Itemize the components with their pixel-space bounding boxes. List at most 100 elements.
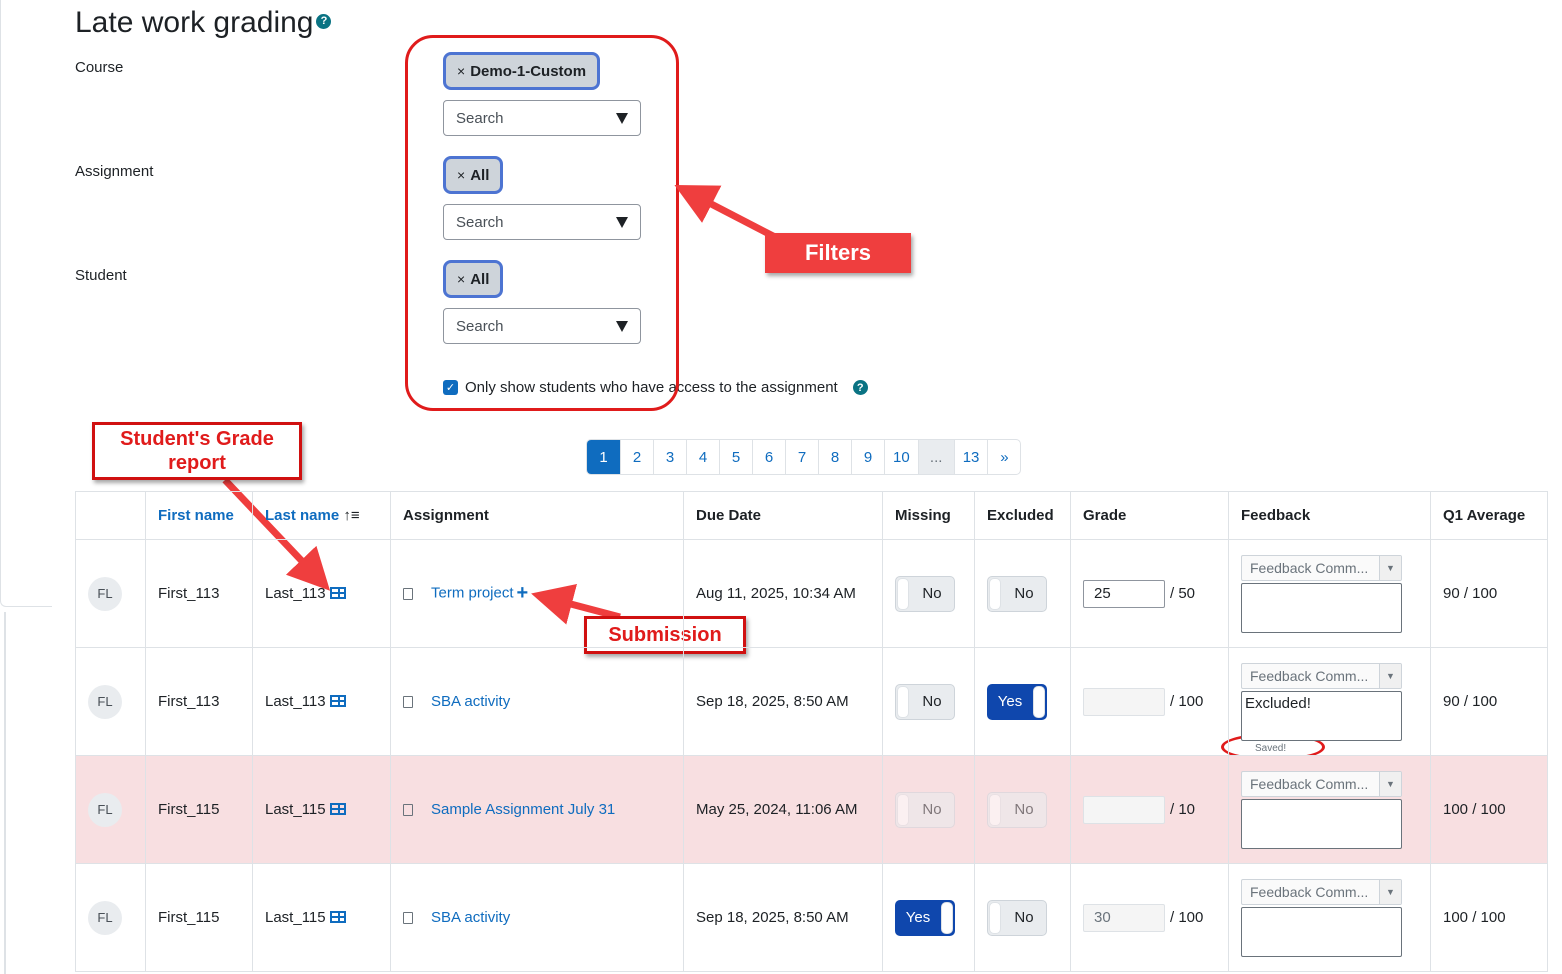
due-date-header: Due Date (683, 491, 883, 540)
grade-input[interactable] (1083, 687, 1165, 716)
table-row: FL First_115 Last_115 SBA activity Sep 1… (75, 863, 1548, 972)
avatar: FL (88, 684, 122, 719)
excluded-toggle[interactable]: No (987, 791, 1047, 828)
toggle-knob (989, 577, 1001, 610)
page-link[interactable]: 8 (818, 440, 851, 474)
grade-report-icon[interactable] (329, 695, 346, 708)
help-icon[interactable]: ? (852, 380, 868, 395)
grade-header: Grade (1070, 491, 1229, 540)
page-link[interactable]: 7 (785, 440, 818, 474)
toggle-knob (941, 901, 953, 934)
assignment-icon (403, 804, 413, 817)
chevron-down-icon[interactable]: ▼ (1379, 663, 1401, 688)
feedback-textarea[interactable] (1241, 582, 1402, 633)
activity-icon (403, 912, 413, 925)
excluded-header: Excluded (974, 491, 1071, 540)
grade-max: / 100 (1170, 909, 1204, 926)
feedback-textarea[interactable] (1241, 906, 1402, 957)
missing-header: Missing (882, 491, 975, 540)
missing-toggle[interactable]: No (895, 791, 955, 828)
excluded-toggle[interactable]: Yes (987, 683, 1047, 720)
left-scroll-border (4, 612, 10, 974)
grade-input[interactable] (1083, 795, 1165, 824)
toggle-knob (989, 793, 1001, 826)
chevron-down-icon[interactable]: ▼ (1379, 879, 1401, 904)
feedback-select[interactable]: Feedback Comm... ▼ (1241, 554, 1402, 581)
avatar: FL (88, 900, 122, 935)
chevron-down-icon[interactable]: ▼ (1379, 771, 1401, 796)
page-link[interactable]: 5 (719, 440, 752, 474)
q1-average-cell: 90 / 100 (1430, 647, 1548, 756)
left-panel-border (0, 0, 52, 607)
assignment-link[interactable]: Term project (431, 584, 514, 601)
course-label: Course (75, 59, 124, 76)
assignment-link[interactable]: SBA activity (431, 909, 510, 926)
missing-toggle[interactable]: Yes (895, 899, 955, 936)
missing-toggle[interactable]: No (895, 683, 955, 720)
first-name-cell: First_113 (145, 647, 253, 756)
table-row: FL First_113 Last_113 Term project + Aug … (75, 539, 1548, 648)
page-link[interactable]: 9 (851, 440, 884, 474)
feedback-textarea[interactable]: Excluded! (1241, 690, 1402, 741)
toggle-knob (989, 901, 1001, 934)
page-link[interactable]: 10 (884, 440, 918, 474)
saved-status: Saved! (1255, 742, 1287, 754)
assignment-cell: SBA activity (390, 647, 684, 756)
grade-report-icon[interactable] (329, 803, 346, 816)
assignment-link[interactable]: Sample Assignment July 31 (431, 801, 615, 818)
first-name-cell: First_115 (145, 755, 253, 864)
feedback-select[interactable]: Feedback Comm... ▼ (1241, 662, 1402, 689)
toggle-knob (897, 685, 909, 718)
page-link[interactable]: 2 (620, 440, 653, 474)
missing-toggle[interactable]: No (895, 575, 955, 612)
feedback-select[interactable]: Feedback Comm... ▼ (1241, 878, 1402, 905)
last-name-header[interactable]: Last name ↑≡ (252, 491, 391, 540)
chevron-down-icon[interactable]: ▼ (1379, 555, 1401, 580)
page-link[interactable]: 4 (686, 440, 719, 474)
grade-report-callout: Student's Grade report (92, 422, 302, 480)
grade-max: / 50 (1170, 585, 1196, 602)
last-name-cell: Last_115 (252, 755, 391, 864)
due-date-cell: May 25, 2024, 11:06 AM (683, 755, 883, 864)
grade-report-icon[interactable] (329, 587, 346, 600)
next-page-link[interactable]: » (987, 440, 1020, 474)
q1-average-header: Q1 Average (1430, 491, 1548, 540)
table-row: FL First_115 Last_115 Sample Assignment … (75, 755, 1548, 864)
pagination: 1 2 3 4 5 6 7 8 9 10 ... 13 » (586, 439, 1022, 475)
submission-plus-icon[interactable]: + (517, 582, 529, 604)
page-link[interactable]: 3 (653, 440, 686, 474)
grade-report-icon[interactable] (329, 911, 346, 924)
help-icon[interactable]: ? (316, 13, 332, 29)
excluded-toggle[interactable]: No (987, 575, 1047, 612)
q1-average-cell: 90 / 100 (1430, 539, 1548, 648)
page-link[interactable]: 13 (953, 440, 988, 474)
activity-icon (403, 696, 413, 709)
grade-max: / 10 (1170, 801, 1196, 818)
assignment-cell: Sample Assignment July 31 (390, 755, 684, 864)
avatar: FL (88, 792, 122, 827)
assignment-label: Assignment (75, 163, 154, 180)
assignment-cell: Term project + (390, 539, 684, 648)
page-link[interactable]: 6 (752, 440, 785, 474)
grading-table: First name Last name ↑≡ Assignment Due D… (75, 491, 1548, 972)
toggle-knob (897, 577, 909, 610)
page-title: Late work grading? (75, 6, 332, 40)
grade-input[interactable]: 25 (1083, 579, 1165, 608)
toggle-knob (897, 793, 909, 826)
grade-max: / 100 (1170, 693, 1204, 710)
filters-highlight (405, 35, 679, 411)
assignment-icon (403, 587, 413, 600)
feedback-select[interactable]: Feedback Comm... ▼ (1241, 770, 1402, 797)
avatar-header (75, 491, 146, 540)
due-date-cell: Sep 18, 2025, 8:50 AM (683, 863, 883, 972)
grade-input[interactable]: 30 (1083, 903, 1165, 932)
last-name-cell: Last_113 (252, 647, 391, 756)
page-link[interactable]: 1 (587, 440, 620, 474)
excluded-toggle[interactable]: No (987, 899, 1047, 936)
due-date-cell: Aug 11, 2025, 10:34 AM (683, 539, 883, 648)
first-name-cell: First_113 (145, 539, 253, 648)
first-name-header[interactable]: First name (145, 491, 253, 540)
feedback-textarea[interactable] (1241, 798, 1402, 849)
due-date-cell: Sep 18, 2025, 8:50 AM (683, 647, 883, 756)
assignment-link[interactable]: SBA activity (431, 693, 510, 710)
